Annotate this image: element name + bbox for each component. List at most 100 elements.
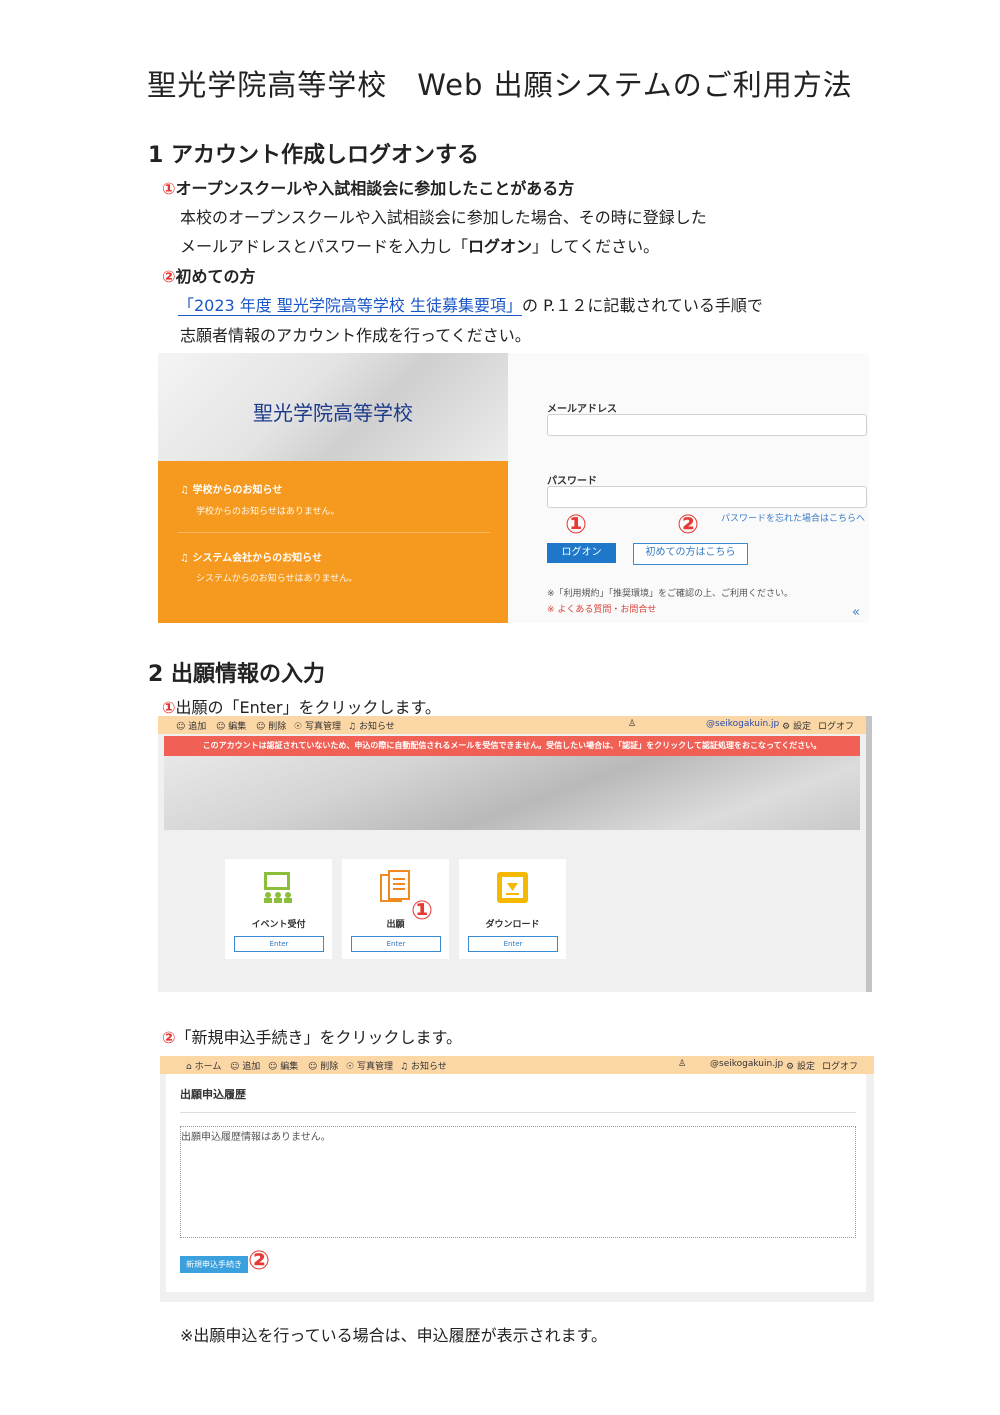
admission-guide-link[interactable]: 「2023 年度 聖光学院高等学校 生徒募集要項」 bbox=[178, 296, 522, 316]
item2-text1-line: 「2023 年度 聖光学院高等学校 生徒募集要項」の P.１２に記載されている手… bbox=[178, 292, 763, 316]
photo-icon: ☉ bbox=[294, 722, 303, 732]
nav-photos[interactable]: ☉ 写真管理 bbox=[294, 719, 341, 732]
notice1-title-line: ♫ 学校からのお知らせ bbox=[180, 481, 282, 496]
item1-text2: メールアドレスとパスワードを入力し「ログオン」してください。 bbox=[180, 233, 659, 257]
person-edit-icon: ☺ bbox=[268, 1062, 278, 1072]
nav-add[interactable]: ☺ 追加 bbox=[230, 1059, 260, 1072]
item2-title: 初めての方 bbox=[175, 267, 256, 286]
person-delete-icon: ☺ bbox=[308, 1062, 318, 1072]
top-nav-bar: ☺ 追加 ☺ 編集 ☺ 削除 ☉ 写真管理 ♫ お知らせ ♙ @seikogak… bbox=[158, 716, 872, 734]
nav-notices[interactable]: ♫ お知らせ bbox=[348, 719, 395, 732]
nav-photos[interactable]: ☉ 写真管理 bbox=[346, 1059, 393, 1072]
download-enter-button[interactable]: Enter bbox=[468, 936, 558, 952]
user-icon[interactable]: ♙ bbox=[678, 1059, 686, 1069]
item2-title-line: ②初めての方 bbox=[162, 263, 256, 287]
marker-1: ① bbox=[411, 896, 434, 926]
email-label: メールアドレス bbox=[547, 404, 617, 415]
history-screenshot: ⌂ ホーム ☺ 追加 ☺ 編集 ☺ 削除 ☉ 写真管理 ♫ お知らせ ♙ @se… bbox=[160, 1056, 874, 1302]
presentation-icon bbox=[264, 872, 292, 903]
nav-edit[interactable]: ☺ 編集 bbox=[216, 719, 246, 732]
nav-notices[interactable]: ♫ お知らせ bbox=[400, 1059, 447, 1072]
top-nav-bar: ⌂ ホーム ☺ 追加 ☺ 編集 ☺ 削除 ☉ 写真管理 ♫ お知らせ ♙ @se… bbox=[160, 1056, 874, 1074]
nav-delete[interactable]: ☺ 削除 bbox=[308, 1059, 338, 1072]
nav-delete[interactable]: ☺ 削除 bbox=[256, 719, 286, 732]
bell-icon: ♫ bbox=[180, 485, 189, 496]
new-application-button[interactable]: 新規申込手続き bbox=[180, 1256, 248, 1273]
history-list: 出願申込履歴情報はありません。 bbox=[180, 1126, 856, 1238]
step1-number: ① bbox=[162, 698, 176, 717]
scrollbar[interactable] bbox=[866, 716, 872, 992]
nav-home[interactable]: ⌂ ホーム bbox=[186, 1059, 221, 1072]
step2-number: ② bbox=[162, 1028, 176, 1047]
auth-alert: このアカウントは認証されていないため、申込の際に自動配信されるメールを受信できま… bbox=[164, 736, 860, 756]
marker-1: ① bbox=[565, 510, 588, 540]
documents-icon bbox=[380, 870, 410, 902]
section1-heading: 1 アカウント作成しログオンする bbox=[148, 143, 479, 168]
download-icon bbox=[497, 872, 528, 903]
item1-title-line: ①オープンスクールや入試相談会に参加したことがある方 bbox=[162, 175, 574, 199]
history-panel: 出願申込履歴 出願申込履歴情報はありません。 新規申込手続き ② bbox=[166, 1074, 866, 1292]
item1-text2c: 」してください。 bbox=[532, 237, 660, 256]
person-add-icon: ☺ bbox=[230, 1062, 240, 1072]
item2-text2: 志願者情報のアカウント作成を行ってください。 bbox=[180, 326, 531, 345]
notice2-body: システムからのお知らせはありません。 bbox=[196, 574, 358, 584]
person-add-icon: ☺ bbox=[176, 722, 186, 732]
page-title: 聖光学院高等学校 Web 出願システムのご利用方法 bbox=[147, 68, 853, 102]
password-field[interactable] bbox=[547, 486, 867, 508]
tile-download[interactable]: ダウンロード Enter bbox=[459, 859, 566, 959]
marker-2: ② bbox=[248, 1246, 271, 1276]
notice-divider bbox=[178, 532, 490, 533]
item1-title: オープンスクールや入試相談会に参加したことがある方 bbox=[175, 179, 575, 198]
item1-text2a: メールアドレスとパスワードを入力し「 bbox=[180, 237, 469, 256]
faq-link[interactable]: ※ よくある質問・お問合せ bbox=[547, 602, 656, 615]
item1-text2b: ログオン bbox=[468, 237, 533, 256]
notice1-title: 学校からのお知らせ bbox=[192, 485, 283, 496]
header-photo bbox=[164, 756, 860, 830]
item2-number: ② bbox=[162, 267, 176, 286]
forgot-password-link[interactable]: パスワードを忘れた場合はこちらへ bbox=[721, 511, 865, 524]
item1-number: ① bbox=[162, 179, 176, 198]
tile-event[interactable]: イベント受付 Enter bbox=[225, 859, 332, 959]
footnote: ※出願申込を行っている場合は、申込履歴が表示されます。 bbox=[180, 1326, 608, 1345]
first-time-button[interactable]: 初めての方はこちら bbox=[633, 543, 748, 565]
logon-button[interactable]: ログオン bbox=[547, 543, 616, 563]
item1-text1: 本校のオープンスクールや入試相談会に参加した場合、その時に登録した bbox=[180, 208, 707, 227]
home-icon: ⌂ bbox=[186, 1062, 192, 1072]
menu-screenshot: ☺ 追加 ☺ 編集 ☺ 削除 ☉ 写真管理 ♫ お知らせ ♙ @seikogak… bbox=[158, 716, 872, 992]
settings-link[interactable]: ⚙ 設定 bbox=[782, 719, 811, 732]
notice2-title: システム会社からのお知らせ bbox=[192, 553, 322, 564]
email-field[interactable] bbox=[547, 414, 867, 436]
step1-line: ①出願の「Enter」をクリックします。 bbox=[162, 694, 441, 718]
terms-note: ※「利用規約」「推奨環境」をご確認の上、ご利用ください。 bbox=[547, 589, 794, 599]
application-enter-button[interactable]: Enter bbox=[351, 936, 441, 952]
settings-link[interactable]: ⚙ 設定 bbox=[786, 1059, 815, 1072]
person-delete-icon: ☺ bbox=[256, 722, 266, 732]
notice-panel: ♫ 学校からのお知らせ 学校からのお知らせはありません。 ♫ システム会社からの… bbox=[158, 461, 508, 623]
password-label: パスワード bbox=[547, 476, 597, 487]
section2-heading: 2 出願情報の入力 bbox=[148, 662, 325, 687]
logoff-link[interactable]: ログオフ bbox=[818, 719, 854, 732]
logoff-link[interactable]: ログオフ bbox=[822, 1059, 858, 1072]
login-screenshot: 聖光学院高等学校 ♫ 学校からのお知らせ 学校からのお知らせはありません。 ♫ … bbox=[158, 353, 869, 623]
gear-icon: ⚙ bbox=[786, 1062, 795, 1072]
notice2-title-line: ♫ システム会社からのお知らせ bbox=[180, 549, 322, 564]
account-email: @seikogakuin.jp bbox=[710, 1059, 784, 1069]
event-enter-button[interactable]: Enter bbox=[234, 936, 324, 952]
nav-add[interactable]: ☺ 追加 bbox=[176, 719, 206, 732]
user-icon[interactable]: ♙ bbox=[628, 719, 636, 729]
item2-text1: の P.１２に記載されている手順で bbox=[521, 296, 763, 315]
history-heading: 出願申込履歴 bbox=[180, 1088, 246, 1101]
divider bbox=[180, 1112, 856, 1113]
bell-icon: ♫ bbox=[180, 553, 189, 564]
tile-event-label: イベント受付 bbox=[251, 920, 306, 930]
tile-download-label: ダウンロード bbox=[485, 920, 540, 930]
bell-icon: ♫ bbox=[400, 1062, 409, 1072]
step1-text: 出願の「Enter」をクリックします。 bbox=[175, 698, 441, 717]
step2-line: ②「新規申込手続き」をクリックします。 bbox=[162, 1024, 462, 1048]
account-email: @seikogakuin.jp bbox=[706, 719, 780, 729]
photo-icon: ☉ bbox=[346, 1062, 355, 1072]
marker-2: ② bbox=[677, 510, 700, 540]
person-edit-icon: ☺ bbox=[216, 722, 226, 732]
collapse-icon[interactable]: « bbox=[852, 605, 860, 620]
nav-edit[interactable]: ☺ 編集 bbox=[268, 1059, 298, 1072]
